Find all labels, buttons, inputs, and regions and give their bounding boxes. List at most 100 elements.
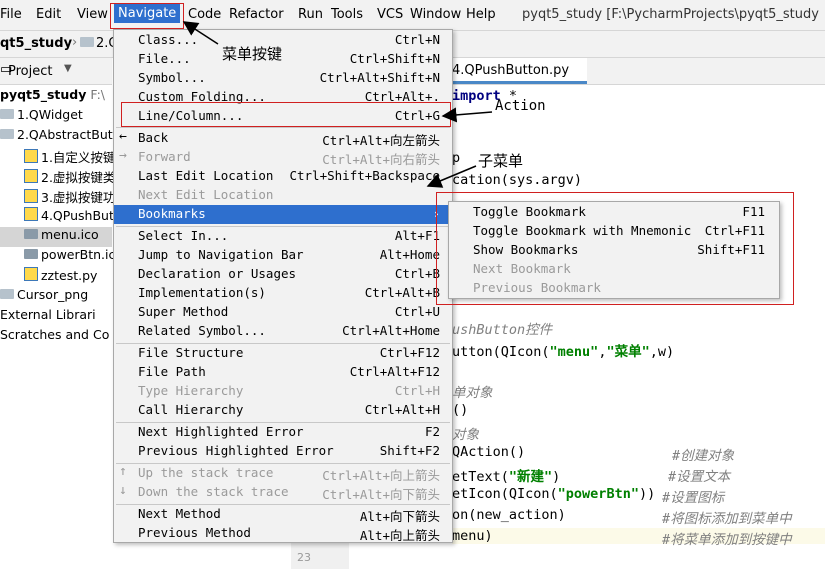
arrow-down-icon: ↓ <box>119 483 127 498</box>
menu-item-symbol[interactable]: Symbol... Ctrl+Alt+Shift+N <box>114 69 452 88</box>
menu-item-file[interactable]: File... Ctrl+Shift+N <box>114 50 452 69</box>
code-comment: #将菜单添加到按键中 <box>662 532 792 548</box>
annotation-submenu: 子菜单 <box>478 152 524 170</box>
annotation-box-menu <box>110 3 184 29</box>
code-line: p <box>452 150 461 166</box>
tree-item-dir[interactable]: 1.QWidget <box>0 107 83 127</box>
code-line: on(new_action) <box>452 507 566 523</box>
menu-item-file-path[interactable]: File Path Ctrl+Alt+F12 <box>114 363 452 382</box>
tree-item-label: menu.ico <box>41 227 99 242</box>
code-comment: #设置图标 <box>662 490 725 506</box>
arrow-right-icon: → <box>119 148 127 163</box>
tree-item-root[interactable]: pyqt5_study F:\ <box>0 87 105 107</box>
tree-item-file[interactable]: zztest.py <box>24 267 97 287</box>
menu-help[interactable]: Help <box>466 7 496 22</box>
menu-separator <box>116 127 450 128</box>
menu-item-back[interactable]: ← Back Ctrl+Alt+向左箭头 <box>114 129 452 148</box>
menu-item-jump-navigation-bar[interactable]: Jump to Navigation Bar Alt+Home <box>114 246 452 265</box>
menu-item-super-method[interactable]: Super Method Ctrl+U <box>114 303 452 322</box>
menu-file[interactable]: File <box>0 7 22 22</box>
tree-item-file-selected[interactable]: menu.ico <box>0 227 112 247</box>
menu-item-declaration[interactable]: Declaration or Usages Ctrl+B <box>114 265 452 284</box>
python-file-icon <box>24 149 38 163</box>
project-view-selector[interactable]: Project <box>8 64 52 79</box>
menu-item-up-stack-trace: ↑ Up the stack trace Ctrl+Alt+向上箭头 <box>119 464 440 483</box>
menu-item-next-method[interactable]: Next Method Alt+向下箭头 <box>114 505 452 524</box>
menu-item-type-hierarchy: Type Hierarchy Ctrl+H <box>138 383 440 398</box>
tree-item-label: powerBtn.ic <box>41 247 116 262</box>
tree-item-file[interactable]: 2.虚拟按键类 <box>24 167 115 187</box>
code-line: utton(QIcon("menu","菜单",w) <box>452 344 675 360</box>
annotation-action: Action <box>495 98 546 114</box>
image-file-icon <box>24 249 38 259</box>
code-line: etText("新建") <box>452 469 561 485</box>
tree-item-label: External Librari <box>0 307 96 322</box>
python-file-icon <box>24 189 38 203</box>
code-line: () <box>452 402 469 418</box>
tree-item-label: Scratches and Co <box>0 327 110 342</box>
folder-icon <box>80 36 97 51</box>
menu-item-previous-method[interactable]: Previous Method Alt+向上箭头 <box>114 524 452 543</box>
chevron-down-icon[interactable]: ▼ <box>64 63 72 74</box>
menu-item-implementations[interactable]: Implementation(s) Ctrl+Alt+B <box>114 284 452 303</box>
menu-edit[interactable]: Edit <box>36 7 61 22</box>
menu-tools[interactable]: Tools <box>331 7 363 22</box>
code-comment: #设置文本 <box>668 469 731 485</box>
tree-item-dir[interactable]: 2.QAbstractBut <box>0 127 113 147</box>
menu-item-last-edit-location[interactable]: Last Edit Location Ctrl+Shift+Backspace <box>114 167 452 186</box>
tree-item-file[interactable]: 1.自定义按键 <box>24 147 115 167</box>
menu-item-call-hierarchy[interactable]: Call Hierarchy Ctrl+Alt+H <box>114 401 452 420</box>
tree-item-scratches[interactable]: Scratches and Co <box>0 327 109 347</box>
menu-window[interactable]: Window <box>410 7 461 22</box>
editor-tab-active[interactable]: 4.QPushButton.py <box>452 58 587 84</box>
menu-item-next-error[interactable]: Next Highlighted Error F2 <box>114 423 452 442</box>
arrow-up-icon: ↑ <box>119 464 127 479</box>
code-line: etIcon(QIcon("powerBtn")) <box>452 486 656 502</box>
line-number: 23 <box>297 551 311 564</box>
code-line: ushButton控件 <box>452 322 553 338</box>
tree-item-dir[interactable]: Cursor_png <box>0 287 88 307</box>
menu-item-file-structure[interactable]: File Structure Ctrl+F12 <box>114 344 452 363</box>
chevron-right-icon: › <box>72 35 78 50</box>
code-line: QAction() <box>452 444 526 460</box>
tree-item-libraries[interactable]: External Librari <box>0 307 96 327</box>
python-file-icon <box>24 207 38 221</box>
folder-icon <box>0 109 14 119</box>
tree-item-label: zztest.py <box>41 268 98 283</box>
menu-item-down-stack-trace: ↓ Down the stack trace Ctrl+Alt+向下箭头 <box>119 483 440 502</box>
menu-item-bookmarks[interactable]: Bookmarks › <box>114 205 452 224</box>
tree-item-file[interactable]: 4.QPushButt <box>24 207 119 227</box>
menu-vcs[interactable]: VCS <box>377 7 403 22</box>
tree-item-label: 1.QWidget <box>17 107 83 122</box>
annotation-box-submenu <box>436 192 794 305</box>
tree-item-label: 2.QAbstractBut <box>17 127 113 142</box>
folder-icon <box>0 289 14 299</box>
menu-item-select-in[interactable]: Select In... Alt+F1 <box>114 227 452 246</box>
tree-item-file[interactable]: powerBtn.ic <box>24 247 115 267</box>
python-file-icon <box>24 267 38 281</box>
menu-item-previous-error[interactable]: Previous Highlighted Error Shift+F2 <box>114 442 452 461</box>
menu-run[interactable]: Run <box>298 7 323 22</box>
annotation-box-action <box>121 102 451 127</box>
menu-refactor[interactable]: Refactor <box>229 7 284 22</box>
menu-code[interactable]: Code <box>188 7 221 22</box>
tree-item-path: F:\ <box>90 87 106 102</box>
editor-tab-bar: 4.QPushButton.py <box>452 58 825 85</box>
breadcrumb-project[interactable]: qt5_study <box>0 36 72 51</box>
code-comment: #将图标添加到菜单中 <box>662 511 792 527</box>
tree-item-label: 4.QPushButt <box>41 208 119 223</box>
annotation-menu-button: 菜单按键 <box>222 45 283 63</box>
tree-item-label: pyqt5_study <box>0 87 87 102</box>
code-line: cation(sys.argv) <box>452 172 583 188</box>
tree-item-file[interactable]: 3.虚拟按键功 <box>24 187 115 207</box>
menu-view[interactable]: View <box>77 7 108 22</box>
python-file-icon <box>24 169 38 183</box>
menu-item-forward: → Forward Ctrl+Alt+向右箭头 <box>119 148 440 167</box>
menu-item-next-edit-location: Next Edit Location <box>138 187 274 202</box>
tree-item-label: 1.自定义按键 <box>41 150 116 165</box>
window-title: pyqt5_study [F:\PycharmProjects\pyqt5_st… <box>522 7 819 22</box>
code-line: 单对象 <box>452 385 493 401</box>
menu-item-related-symbol[interactable]: Related Symbol... Ctrl+Alt+Home <box>114 322 452 341</box>
editor-tab-label: 4.QPushButton.py <box>452 63 570 78</box>
menu-item-class[interactable]: Class... Ctrl+N <box>114 31 452 50</box>
